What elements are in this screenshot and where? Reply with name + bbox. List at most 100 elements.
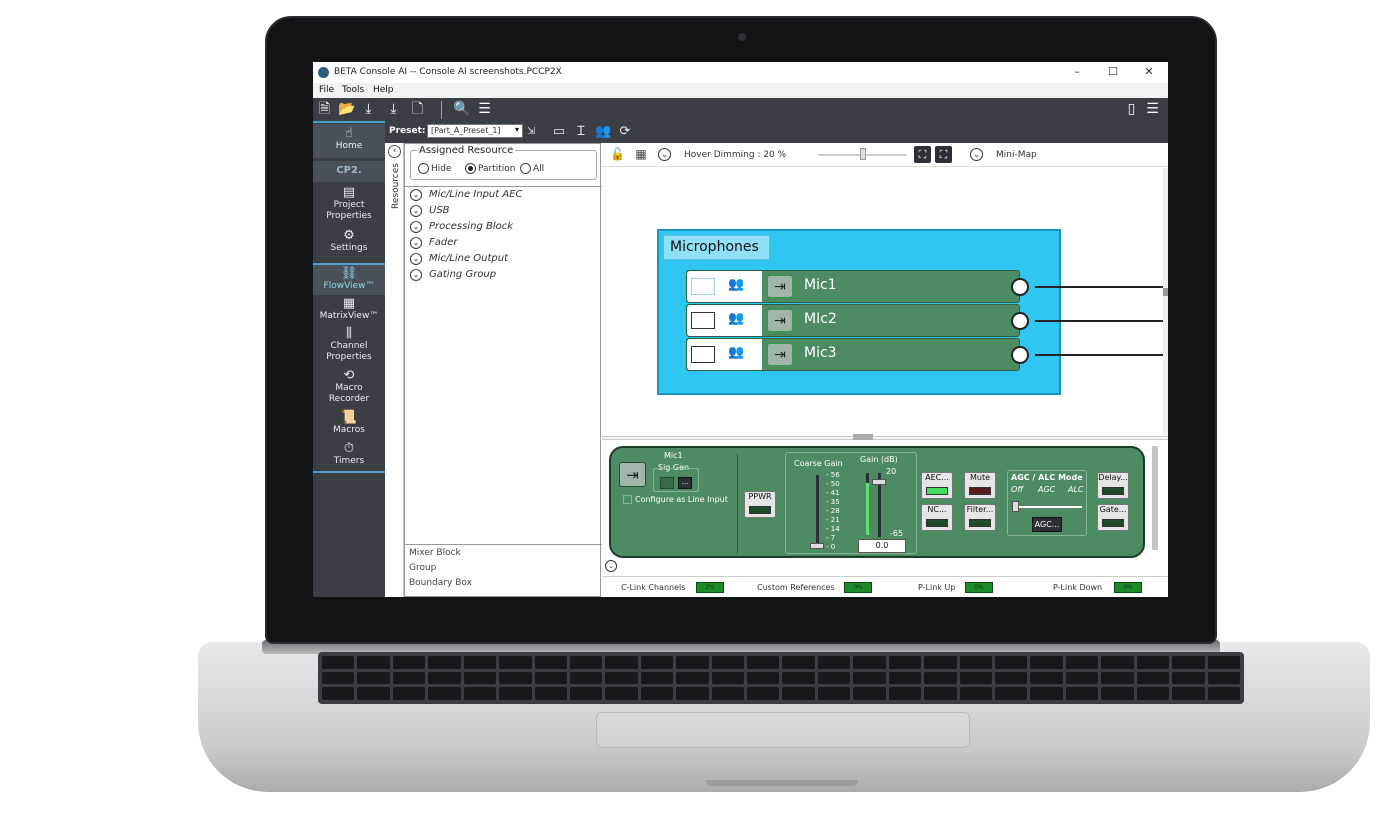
mixer-block-item[interactable]: Mixer Block bbox=[405, 545, 602, 560]
chevron-down-icon[interactable]: ⌄ bbox=[410, 221, 422, 233]
download-alt-icon[interactable]: ⤓ bbox=[386, 102, 401, 117]
keyboard-key bbox=[1030, 671, 1063, 685]
new-file-icon[interactable]: 🗎 bbox=[317, 102, 332, 117]
keyboard-key bbox=[676, 656, 709, 669]
nav-project-properties[interactable]: ▤ Project Properties bbox=[313, 186, 385, 226]
gain-thumb[interactable] bbox=[872, 479, 886, 485]
close-button[interactable]: ✕ bbox=[1139, 65, 1159, 78]
configure-line-input-checkbox[interactable] bbox=[623, 495, 632, 504]
preset-dropdown[interactable]: [Part_A_Preset_1] ▾ bbox=[427, 124, 523, 138]
output-port[interactable] bbox=[1011, 278, 1029, 296]
properties-scrollbar[interactable] bbox=[1152, 446, 1158, 550]
menu-file[interactable]: File bbox=[319, 85, 334, 95]
assigned-resource-title: Assigned Resource bbox=[417, 145, 516, 156]
mic-select-checkbox[interactable] bbox=[691, 278, 715, 295]
chevron-left-icon[interactable]: ‹ bbox=[388, 145, 401, 158]
chevron-down-icon[interactable]: ⌄ bbox=[410, 237, 422, 249]
chevron-down-icon[interactable]: ⌄ bbox=[410, 269, 422, 281]
radio-all[interactable]: All bbox=[520, 163, 544, 174]
sync-icon[interactable]: ⟳ bbox=[617, 124, 633, 140]
gain-value-input[interactable]: 0.0 bbox=[858, 539, 906, 553]
group-item[interactable]: Group bbox=[405, 560, 602, 575]
nc-button[interactable]: NC... bbox=[921, 504, 953, 531]
chevron-down-icon[interactable]: ⌄ bbox=[410, 205, 422, 217]
file-close-icon[interactable]: 🗋 bbox=[410, 102, 425, 117]
scrollbar-thumb[interactable] bbox=[1163, 288, 1168, 296]
clink-meter: 2% bbox=[696, 582, 724, 593]
download-icon[interactable]: ⤓ bbox=[361, 102, 376, 117]
resource-item[interactable]: ⌄ Gating Group bbox=[405, 267, 602, 283]
open-folder-icon[interactable]: 📂 bbox=[338, 102, 355, 117]
preset-bar: Preset: [Part_A_Preset_1] ▾ ⇲ ▭ Ɪ 👥 ⟳ bbox=[385, 121, 1168, 143]
mic-select-checkbox[interactable] bbox=[691, 346, 715, 363]
chevron-down-icon[interactable]: ⌄ bbox=[970, 148, 983, 161]
chevron-down-icon[interactable]: ⌄ bbox=[658, 148, 671, 161]
chevron-down-icon[interactable]: ⌄ bbox=[410, 189, 422, 201]
nav-settings[interactable]: ⚙ Settings bbox=[313, 229, 385, 257]
chevron-down-icon[interactable]: ⌄ bbox=[605, 560, 617, 572]
rack-icon[interactable]: ▭ bbox=[551, 124, 567, 140]
unlock-icon[interactable]: 🔓 bbox=[610, 147, 625, 161]
nav-macro-recorder[interactable]: ⟲ Macro Recorder bbox=[313, 369, 385, 407]
sig-gen-settings-button[interactable]: ... bbox=[678, 477, 692, 489]
list-doc-icon[interactable]: ☰ bbox=[477, 102, 492, 117]
device-icon[interactable]: ▯ bbox=[1124, 102, 1139, 117]
scroll-icon: 📜 bbox=[340, 410, 358, 425]
connection-wire[interactable] bbox=[1035, 286, 1168, 288]
maximize-button[interactable]: ☐ bbox=[1103, 65, 1123, 78]
resource-item[interactable]: ⌄ Mic/Line Output bbox=[405, 251, 602, 267]
canvas-scrollbar[interactable] bbox=[1163, 168, 1168, 436]
grid-icon[interactable]: ▦ bbox=[634, 147, 648, 161]
resource-item[interactable]: ⌄ Fader bbox=[405, 235, 602, 251]
chevron-down-icon[interactable]: ⌄ bbox=[410, 253, 422, 265]
coarse-gain-slider[interactable] bbox=[816, 475, 819, 547]
agc-settings-button[interactable]: AGC... bbox=[1032, 517, 1062, 532]
hover-dimming-thumb[interactable] bbox=[860, 148, 866, 160]
radio-partition[interactable]: Partition bbox=[465, 163, 516, 174]
nav-home[interactable]: ☝ Home bbox=[313, 124, 385, 158]
output-port[interactable] bbox=[1011, 346, 1029, 364]
fit-screen-icon[interactable]: ⛶ bbox=[914, 146, 931, 163]
aec-button[interactable]: AEC... bbox=[921, 472, 953, 499]
ppwr-button[interactable]: PPWR bbox=[744, 491, 776, 518]
search-doc-icon[interactable]: 🔍 bbox=[453, 102, 470, 117]
resource-item[interactable]: ⌄ USB bbox=[405, 203, 602, 219]
pin-icon[interactable]: ⇲ bbox=[523, 124, 539, 140]
mic-block[interactable]: 👥 ⇥ Mic3 bbox=[686, 338, 1029, 371]
boundary-box-item[interactable]: Boundary Box bbox=[405, 575, 602, 590]
menu-list-icon[interactable]: ☰ bbox=[1145, 102, 1160, 117]
menu-tools[interactable]: Tools bbox=[342, 85, 364, 95]
delay-button[interactable]: Delay... bbox=[1097, 472, 1129, 499]
mic-block[interactable]: 👥 ⇥ MIc2 bbox=[686, 304, 1029, 337]
people-icon[interactable]: 👥 bbox=[595, 124, 611, 140]
flow-canvas[interactable]: Microphones 👥 ⇥ Mic1 👥 ⇥ MIc2 👥 ⇥ Mic3 bbox=[602, 168, 1168, 436]
coarse-gain-thumb[interactable] bbox=[810, 543, 824, 549]
nav-macros[interactable]: 📜 Macros bbox=[313, 411, 385, 439]
mute-button[interactable]: Mute bbox=[964, 472, 996, 499]
nav-matrixview[interactable]: ▦ MatrixView™ bbox=[313, 297, 385, 325]
scrollbar-thumb[interactable] bbox=[1152, 446, 1158, 550]
radio-hide[interactable]: Hide bbox=[418, 163, 452, 174]
nav-channel-properties[interactable]: ⫼ Channel Properties bbox=[313, 327, 385, 367]
menu-help[interactable]: Help bbox=[373, 85, 394, 95]
connection-wire[interactable] bbox=[1035, 320, 1168, 322]
resource-item[interactable]: ⌄ Processing Block bbox=[405, 219, 602, 235]
minimize-button[interactable]: – bbox=[1067, 65, 1087, 78]
agc-mode-slider[interactable] bbox=[1014, 506, 1082, 508]
zoom-fit-icon[interactable]: ⛶ bbox=[935, 146, 952, 163]
nav-flowview[interactable]: ⛓ FlowView™ bbox=[313, 265, 385, 295]
microphones-group[interactable]: Microphones 👥 ⇥ Mic1 👥 ⇥ MIc2 👥 ⇥ Mic3 bbox=[657, 229, 1061, 395]
gate-button[interactable]: Gate... bbox=[1097, 504, 1129, 531]
output-port[interactable] bbox=[1011, 312, 1029, 330]
mic-select-checkbox[interactable] bbox=[691, 312, 715, 329]
nav-timers[interactable]: ⏱ Timers bbox=[313, 442, 385, 470]
minimap-label[interactable]: Mini-Map bbox=[996, 150, 1037, 160]
resource-item[interactable]: ⌄ Mic/Line Input AEC bbox=[405, 187, 602, 203]
filter-button[interactable]: Filter... bbox=[964, 504, 996, 531]
mic-block[interactable]: 👥 ⇥ Mic1 bbox=[686, 270, 1029, 303]
connection-wire[interactable] bbox=[1035, 354, 1168, 356]
resources-side-tab[interactable]: ‹ Resources bbox=[385, 143, 404, 597]
agc-mode-thumb[interactable] bbox=[1012, 501, 1019, 512]
sig-gen-toggle[interactable] bbox=[660, 477, 674, 489]
text-cursor-icon[interactable]: Ɪ bbox=[573, 124, 589, 140]
